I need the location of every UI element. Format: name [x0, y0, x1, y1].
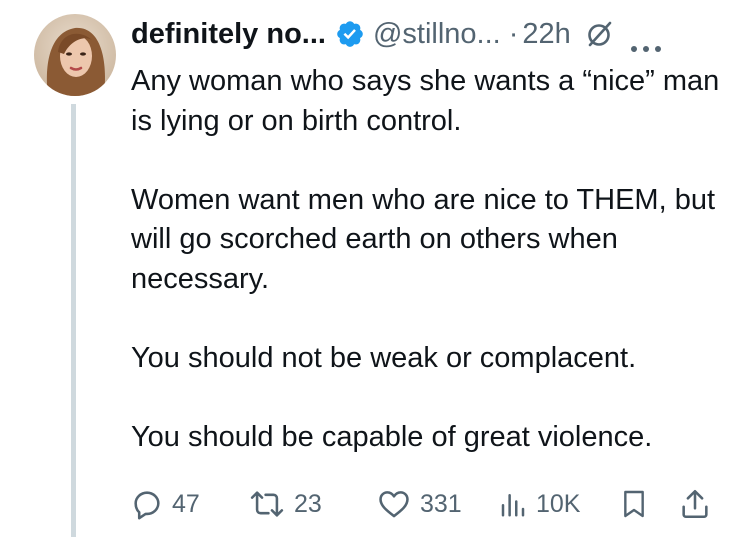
- share-icon: [682, 489, 708, 519]
- tweet-text: Any woman who says she wants a “nice” ma…: [131, 62, 731, 457]
- share-button[interactable]: [678, 484, 712, 524]
- like-button[interactable]: 331: [376, 484, 462, 524]
- views-icon: [501, 494, 525, 517]
- repost-button[interactable]: 23: [248, 484, 322, 524]
- bookmark-icon: [624, 490, 644, 518]
- thread-line: [71, 104, 76, 537]
- timestamp[interactable]: 22h: [522, 18, 570, 51]
- like-count: 331: [420, 489, 462, 518]
- verified-badge-icon: [335, 19, 365, 49]
- separator-dot: ·: [508, 17, 519, 50]
- display-name[interactable]: definitely no...: [131, 18, 326, 51]
- tweet-paragraph: Women want men who are nice to THEM, but…: [131, 183, 716, 295]
- more-icon[interactable]: [629, 29, 663, 52]
- view-count: 10K: [536, 489, 581, 518]
- tweet-paragraph: Any woman who says she wants a “nice” ma…: [131, 65, 720, 137]
- tweet-paragraph: You should be capable of great violence.: [131, 420, 653, 453]
- reply-icon: [134, 491, 160, 520]
- repost-icon: [250, 491, 284, 517]
- heart-icon: [379, 491, 409, 518]
- reply-button[interactable]: 47: [130, 484, 200, 524]
- reply-count: 47: [172, 489, 200, 518]
- grok-icon[interactable]: [585, 19, 615, 49]
- bookmark-button[interactable]: [618, 484, 650, 524]
- views-button[interactable]: 10K: [498, 484, 580, 524]
- action-bar: 47 23 331 10K: [130, 484, 730, 524]
- avatar[interactable]: [34, 14, 116, 96]
- handle[interactable]: @stillno...: [373, 18, 501, 51]
- repost-count: 23: [294, 489, 322, 518]
- tweet-paragraph: You should not be weak or complacent.: [131, 341, 637, 374]
- tweet-header: definitely no... @stillno... · 22h: [131, 12, 731, 56]
